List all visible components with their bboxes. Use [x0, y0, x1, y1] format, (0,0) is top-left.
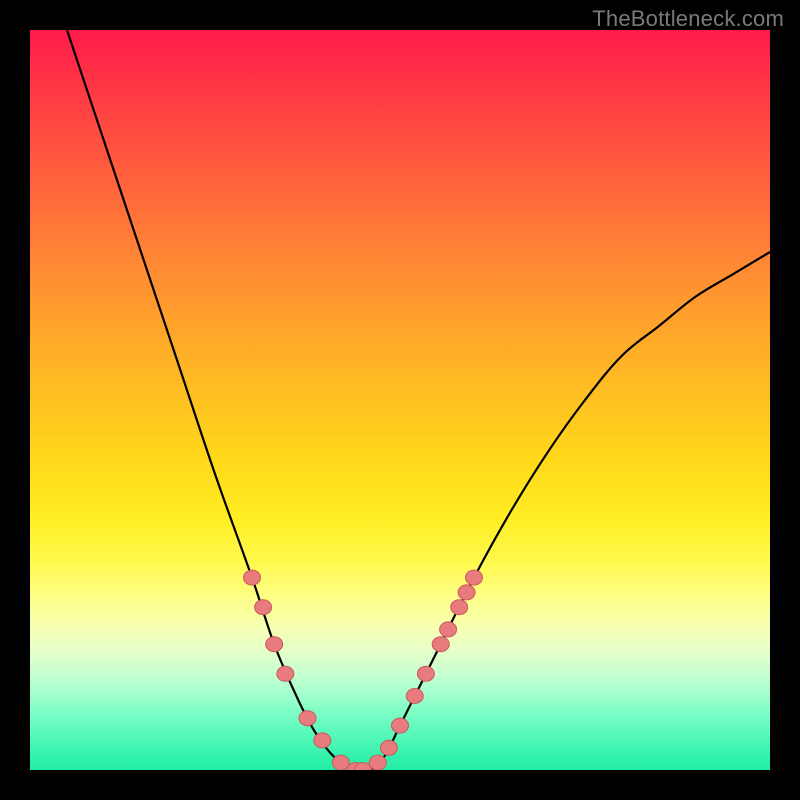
plot-area — [30, 30, 770, 770]
marker-dot — [299, 711, 316, 726]
marker-dot — [369, 755, 386, 770]
chart-frame: TheBottleneck.com — [0, 0, 800, 800]
marker-dot — [432, 637, 449, 652]
marker-dot — [466, 570, 483, 585]
bottleneck-curve-path — [67, 30, 770, 770]
marker-dot — [266, 637, 283, 652]
marker-dot — [392, 718, 409, 733]
marker-dot — [380, 740, 397, 755]
marker-dot — [255, 600, 272, 615]
marker-dot — [458, 585, 475, 600]
marker-dot — [406, 689, 423, 704]
bottleneck-curve-svg — [30, 30, 770, 770]
marker-dot — [244, 570, 261, 585]
marker-dot — [417, 666, 434, 681]
marker-dot — [440, 622, 457, 637]
marker-dot — [314, 733, 331, 748]
marker-dot — [332, 755, 349, 770]
marker-dot — [451, 600, 468, 615]
watermark-text: TheBottleneck.com — [592, 6, 784, 32]
markers-group — [244, 570, 483, 770]
marker-dot — [277, 666, 294, 681]
